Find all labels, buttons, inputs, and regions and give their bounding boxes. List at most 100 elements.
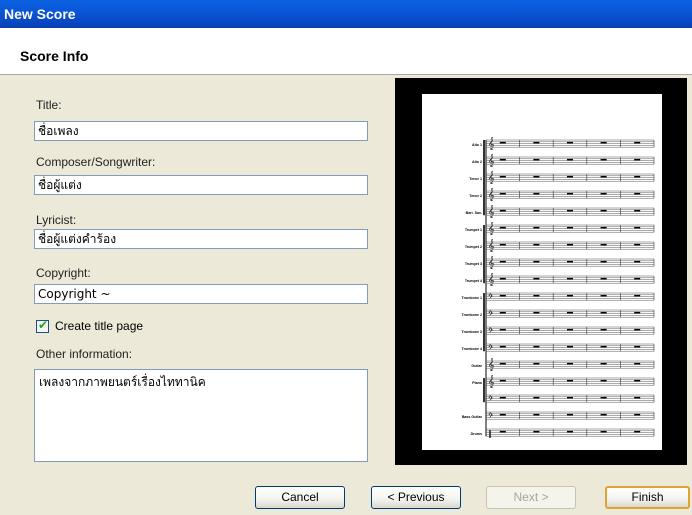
whole-rest bbox=[600, 192, 607, 195]
whole-rest bbox=[634, 209, 641, 212]
whole-rest bbox=[533, 192, 540, 195]
instrument-name: Alto 1 bbox=[472, 143, 482, 147]
whole-rest bbox=[600, 396, 607, 399]
whole-rest bbox=[533, 277, 540, 280]
clef-icon: 𝄞 bbox=[488, 137, 495, 150]
clef-icon: 𝄞 bbox=[488, 273, 495, 286]
whole-rest bbox=[634, 141, 641, 144]
whole-rest bbox=[567, 243, 573, 246]
instrument-name: Trumpet 1 bbox=[465, 228, 482, 232]
cancel-button[interactable]: Cancel bbox=[255, 486, 345, 509]
whole-rest bbox=[499, 328, 506, 331]
whole-rest bbox=[600, 260, 607, 263]
whole-rest bbox=[634, 345, 641, 348]
whole-rest bbox=[533, 226, 540, 229]
whole-rest bbox=[533, 260, 540, 263]
finish-button[interactable]: Finish bbox=[605, 486, 690, 509]
whole-rest bbox=[533, 175, 540, 178]
title-input[interactable]: ชื่อเพลง bbox=[34, 121, 368, 141]
whole-rest bbox=[499, 260, 506, 263]
copyright-input[interactable]: Copyright ~ bbox=[34, 284, 368, 304]
whole-rest bbox=[567, 345, 573, 348]
whole-rest bbox=[634, 175, 641, 178]
composer-input[interactable]: ชื่อผู้แต่ง bbox=[34, 175, 368, 195]
clef-icon: 𝄞 bbox=[488, 256, 495, 269]
whole-rest bbox=[533, 158, 540, 161]
whole-rest bbox=[533, 345, 540, 348]
instrument-name: Trumpet 3 bbox=[465, 262, 482, 266]
whole-rest bbox=[567, 328, 573, 331]
clef-icon: 𝄢 bbox=[488, 344, 493, 353]
whole-rest bbox=[600, 413, 607, 416]
whole-rest bbox=[634, 328, 641, 331]
whole-rest bbox=[634, 192, 641, 195]
instrument-name: Trombone 3 bbox=[462, 330, 482, 334]
instrument-name: Trombone 2 bbox=[462, 313, 482, 317]
title-label: Title: bbox=[36, 98, 62, 112]
whole-rest bbox=[499, 158, 506, 161]
instrument-name: Alto 2 bbox=[472, 160, 482, 164]
whole-rest bbox=[499, 226, 506, 229]
instrument-name: Tenor 2 bbox=[469, 194, 482, 198]
whole-rest bbox=[600, 328, 607, 331]
whole-rest bbox=[499, 362, 506, 365]
whole-rest bbox=[499, 396, 506, 399]
whole-rest bbox=[600, 294, 607, 297]
whole-rest bbox=[600, 243, 607, 246]
whole-rest bbox=[634, 158, 641, 161]
instrument-name: Trombone 1 bbox=[462, 296, 482, 300]
whole-rest bbox=[600, 345, 607, 348]
whole-rest bbox=[634, 277, 641, 280]
whole-rest bbox=[499, 277, 506, 280]
whole-rest bbox=[499, 209, 506, 212]
whole-rest bbox=[499, 141, 506, 144]
clef-icon: 𝄢 bbox=[488, 327, 493, 336]
score-preview-staves: 𝄞 Alto 1 𝄞 Alto 2 𝄞 Tenor 1 𝄞 Tenor 2 𝄞 Bari. Sax… bbox=[462, 137, 655, 438]
whole-rest bbox=[634, 260, 641, 263]
instrument-name: Bass Guitar bbox=[462, 415, 483, 419]
whole-rest bbox=[567, 430, 573, 433]
whole-rest bbox=[634, 362, 641, 365]
whole-rest bbox=[567, 141, 573, 144]
window-titlebar: New Score bbox=[0, 0, 692, 28]
clef-icon: 𝄢 bbox=[488, 395, 493, 404]
whole-rest bbox=[533, 413, 540, 416]
whole-rest bbox=[634, 396, 641, 399]
whole-rest bbox=[567, 362, 573, 365]
whole-rest bbox=[634, 311, 641, 314]
lyricist-input[interactable]: ชื่อผู้แต่งคำร้อง bbox=[34, 229, 368, 249]
whole-rest bbox=[533, 243, 540, 246]
other-info-textarea[interactable]: เพลงจากภาพยนตร์เรื่องไททานิค bbox=[34, 369, 368, 462]
clef-icon: 𝄢 bbox=[488, 293, 493, 302]
create-title-page-checkbox[interactable]: ✔ bbox=[36, 318, 49, 333]
whole-rest bbox=[600, 226, 607, 229]
score-preview: 𝄞 Alto 1 𝄞 Alto 2 𝄞 Tenor 1 𝄞 Tenor 2 𝄞 Bari. Sax… bbox=[395, 78, 687, 465]
whole-rest bbox=[499, 192, 506, 195]
whole-rest bbox=[499, 175, 506, 178]
instrument-name: Trombone 4 bbox=[462, 347, 482, 351]
whole-rest bbox=[533, 430, 540, 433]
whole-rest bbox=[499, 294, 506, 297]
clef-icon: 𝄞 bbox=[488, 205, 495, 218]
checkmark-icon: ✔ bbox=[38, 318, 49, 332]
clef-icon: 𝄞 bbox=[488, 375, 495, 388]
whole-rest bbox=[634, 243, 641, 246]
whole-rest bbox=[567, 277, 573, 280]
whole-rest bbox=[567, 226, 573, 229]
clef-icon: 𝄢 bbox=[488, 310, 493, 319]
lyricist-label: Lyricist: bbox=[36, 213, 77, 227]
whole-rest bbox=[600, 379, 607, 382]
instrument-name: Drums bbox=[471, 432, 482, 436]
clef-icon: 𝄞 bbox=[488, 188, 495, 201]
instrument-name: Tenor 1 bbox=[469, 177, 482, 181]
whole-rest bbox=[533, 396, 540, 399]
next-button[interactable]: Next > bbox=[486, 486, 576, 509]
previous-button[interactable]: < Previous bbox=[371, 486, 461, 509]
whole-rest bbox=[533, 294, 540, 297]
whole-rest bbox=[533, 311, 540, 314]
whole-rest bbox=[634, 413, 641, 416]
whole-rest bbox=[600, 430, 607, 433]
whole-rest bbox=[499, 345, 506, 348]
whole-rest bbox=[567, 294, 573, 297]
whole-rest bbox=[600, 175, 607, 178]
